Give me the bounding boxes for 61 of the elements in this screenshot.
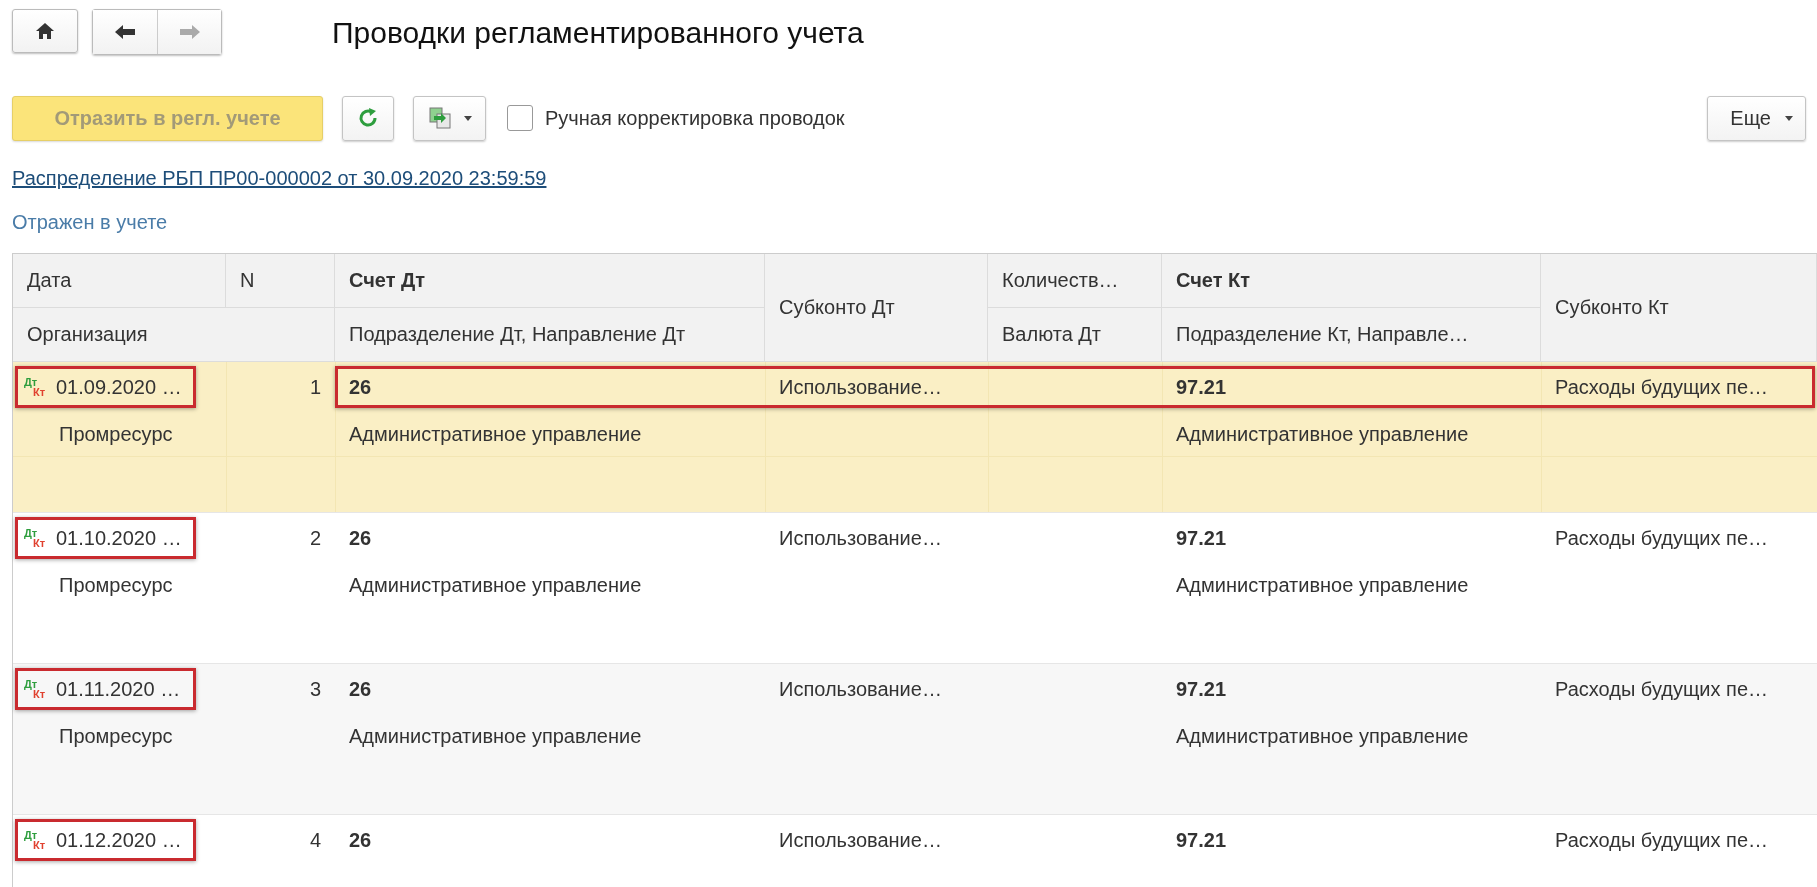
table-cell-text: Использование…: [778, 827, 943, 853]
table-cell-text: Административное управление: [348, 723, 643, 749]
table-cell-text: Расходы будущих пе…: [1554, 374, 1770, 400]
column-header[interactable]: Количеств…: [988, 254, 1162, 308]
home-button[interactable]: [12, 9, 78, 53]
date-text: 01.09.2020 …: [56, 375, 182, 399]
table-row[interactable]: Дт Кт 01.11.2020 … 3 26 Использование… 97.21 Расходы будущих пе… Промресурс Административное управление Административное управление: [13, 663, 1817, 814]
table-cell-text: Промресурс: [58, 723, 174, 749]
refresh-button[interactable]: [342, 95, 394, 141]
table-cell-text: 97.21: [1175, 827, 1228, 853]
column-header[interactable]: Дата: [13, 254, 226, 308]
back-arrow-icon: [114, 24, 136, 40]
table-cell-text: Административное управление: [348, 421, 643, 447]
table-cell-text: Использование…: [778, 525, 943, 551]
table-cell-text: 26: [348, 827, 373, 853]
table-cell-text: Административное управление: [1175, 723, 1470, 749]
table-cell-text: 97.21: [1175, 525, 1228, 551]
table-cell-text: 26: [348, 374, 373, 400]
back-button[interactable]: [93, 10, 157, 54]
table-cell-text: Административное управление: [348, 572, 643, 598]
debit-credit-icon: Дт Кт: [24, 679, 50, 699]
table-cell-text: Административное управление: [1175, 572, 1470, 598]
debit-credit-icon: Дт Кт: [24, 830, 50, 850]
refresh-icon: [357, 107, 379, 129]
copy-menu-button[interactable]: [413, 95, 486, 141]
status-text: Отражен в учете: [12, 211, 169, 235]
table-cell-text: Расходы будущих пе…: [1554, 827, 1770, 853]
table-cell-text: 97.21: [1175, 374, 1228, 400]
table-cell-text: Промресурс: [58, 572, 174, 598]
table-cell-text: 26: [348, 525, 373, 551]
documents-icon: [427, 106, 454, 130]
table-cell-text: Использование…: [778, 374, 943, 400]
more-button[interactable]: Еще: [1707, 95, 1806, 141]
table-cell-text: 3: [308, 676, 322, 702]
date-text: 01.12.2020 …: [56, 828, 182, 852]
table-cell-text: Расходы будущих пе…: [1554, 676, 1770, 702]
home-icon: [35, 22, 55, 40]
column-header[interactable]: Счет Дт: [335, 254, 765, 308]
date-text: 01.11.2020 …: [56, 677, 181, 701]
table-row[interactable]: Дт Кт 01.09.2020 … 1 26 Использование… 97.21 Расходы будущих пе… Промресурс Административное управление Административное управление: [13, 362, 1817, 512]
table-cell-text: 2: [308, 525, 322, 551]
table-cell-text: 97.21: [1175, 676, 1228, 702]
table-row[interactable]: Дт Кт 01.12.2020 … 4 26 Использование… 97.21 Расходы будущих пе…: [13, 814, 1817, 887]
table-cell-text: Расходы будущих пе…: [1554, 525, 1770, 551]
caret-icon: [1785, 115, 1793, 121]
window-title: Проводки регламентированного учета: [332, 16, 864, 50]
table-cell-text: 4: [308, 827, 322, 853]
table-cell-text: Использование…: [778, 676, 943, 702]
caret-icon: [463, 115, 472, 121]
table-cell-text: Промресурс: [58, 421, 174, 447]
debit-credit-icon: Дт Кт: [24, 377, 50, 397]
manual-checkbox[interactable]: Ручная корректировка проводок: [507, 105, 845, 131]
table-cell-text: 1: [308, 374, 322, 400]
forward-arrow-icon: [178, 24, 201, 40]
date-text: 01.10.2020 …: [56, 526, 182, 550]
document-link[interactable]: Распределение РБП ПР00-000002 от 30.09.2020 23:59:59: [12, 167, 547, 189]
debit-credit-icon: Дт Кт: [24, 528, 50, 548]
column-header[interactable]: N: [226, 254, 335, 308]
table-cell-text: Административное управление: [1175, 421, 1470, 447]
table-cell-text: 26: [348, 676, 373, 702]
column-header[interactable]: Счет Кт: [1162, 254, 1541, 308]
